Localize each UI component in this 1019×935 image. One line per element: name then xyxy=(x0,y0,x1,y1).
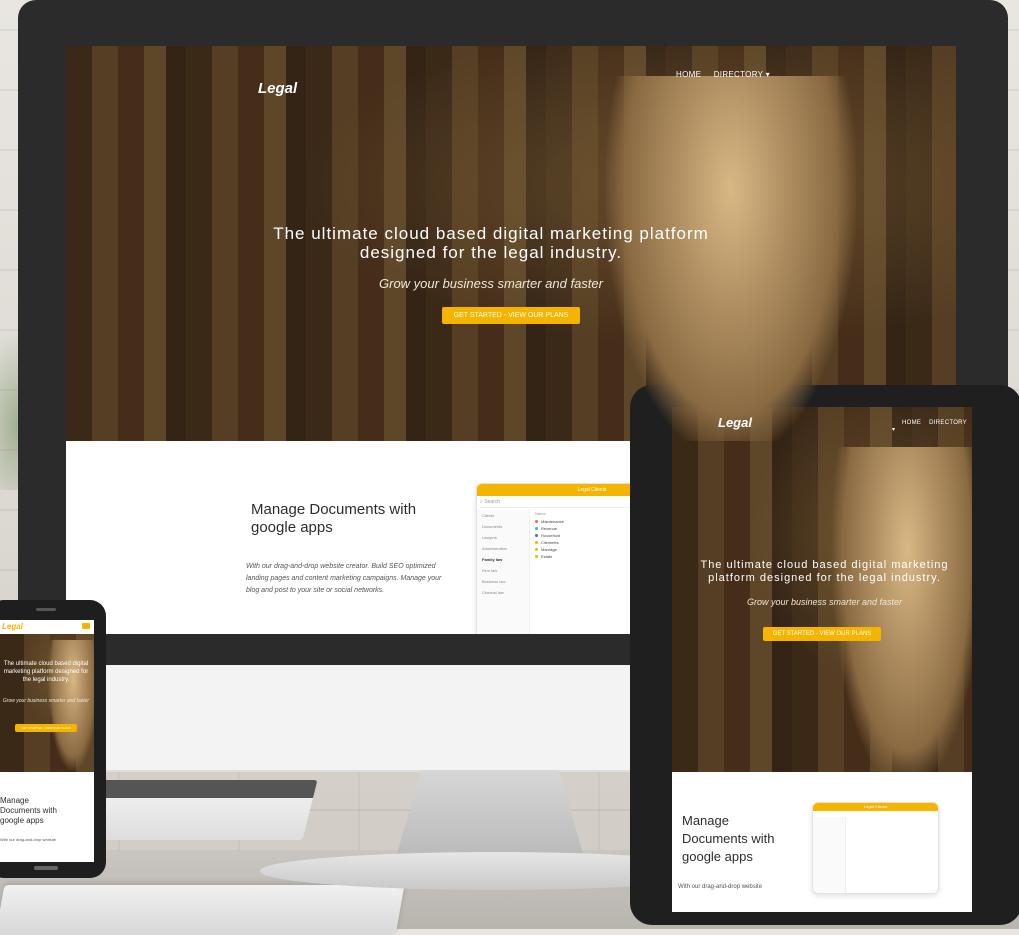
tablet-get-started-button[interactable]: GET STARTED - VIEW OUR PLANS xyxy=(762,627,882,641)
get-started-button[interactable]: GET STARTED - VIEW OUR PLANS xyxy=(441,307,581,324)
brand-logo[interactable]: Legal xyxy=(258,80,297,97)
hero-subtitle: Grow your business smarter and faster xyxy=(379,276,603,291)
sidebar-item-1[interactable]: Clients xyxy=(477,510,529,521)
tablet-dashboard-sidebar xyxy=(813,817,846,893)
nav-home[interactable]: HOME xyxy=(676,70,701,79)
tablet-dashboard-preview: Legal Clients xyxy=(812,802,939,894)
sidebar-item-3[interactable]: Lawyers xyxy=(477,532,529,543)
phone-speaker xyxy=(36,608,56,611)
feature-description: With our drag-and-drop website creator. … xyxy=(246,563,442,594)
sidebar-item-7[interactable]: Business law xyxy=(477,576,529,587)
tablet-screen: Legal HOME DIRECTORY ▾ The ultimate clou… xyxy=(672,407,972,912)
top-nav: HOME DIRECTORY ▾ xyxy=(666,70,770,79)
phone-brand-logo[interactable]: Legal xyxy=(2,622,23,631)
tablet-hero-subtitle: Grow your business smarter and faster xyxy=(746,597,903,607)
tablet-features-section: Manage Documents with google apps With o… xyxy=(672,772,972,912)
sidebar-item-5[interactable]: Family law xyxy=(477,554,529,565)
phone-hero-section: Legal The ultimate cloud based digital m… xyxy=(0,620,94,772)
tablet-dashboard-header: Legal Clients xyxy=(813,803,938,811)
hero-title: The ultimate cloud based digital marketi… xyxy=(273,224,709,262)
justice-statue-image xyxy=(832,447,972,772)
sidebar-item-8[interactable]: Criminal law xyxy=(477,587,529,598)
tablet-feature-description: With our drag-and-drop website xyxy=(678,884,763,890)
tablet-device: Legal HOME DIRECTORY ▾ The ultimate clou… xyxy=(630,385,1019,925)
tablet-nav-home[interactable]: HOME xyxy=(902,420,921,426)
menu-icon[interactable] xyxy=(82,623,90,629)
phone-feature-description: With our drag-and-drop website xyxy=(0,837,57,842)
phone-screen: Legal The ultimate cloud based digital m… xyxy=(0,620,94,862)
phone-hero-subtitle: Grow your business smarter and faster xyxy=(2,698,90,704)
sidebar-item-6[interactable]: Firm law xyxy=(477,565,529,576)
tablet-hero-section: Legal HOME DIRECTORY ▾ The ultimate clou… xyxy=(672,407,972,772)
keyboard xyxy=(0,885,405,935)
monitor-chin xyxy=(88,665,648,772)
tablet-hero-title: The ultimate cloud based digital marketi… xyxy=(700,559,949,584)
phone-hero-title: The ultimate cloud based digital marketi… xyxy=(3,661,89,683)
hero-section: Legal HOME DIRECTORY ▾ The ultimate clou… xyxy=(66,46,956,441)
dashboard-sidebar: Clients Documents Lawyers Administration… xyxy=(477,510,530,634)
tablet-feature-heading: Manage Documents with google apps xyxy=(682,813,775,864)
feature-heading: Manage Documents with google apps xyxy=(251,501,417,536)
monitor-stand xyxy=(395,770,585,860)
tablet-top-nav: HOME DIRECTORY ▾ xyxy=(892,420,972,433)
book-decoration xyxy=(87,780,318,840)
phone-get-started-button[interactable]: GET STARTED - VIEW OUR PLANS xyxy=(15,724,77,732)
tablet-brand-logo[interactable]: Legal xyxy=(718,415,752,430)
phone-feature-heading: Manage Documents with google apps xyxy=(0,796,57,825)
sidebar-item-4[interactable]: Administration xyxy=(477,543,529,554)
phone-device: Legal The ultimate cloud based digital m… xyxy=(0,600,106,878)
nav-directory[interactable]: DIRECTORY ▾ xyxy=(714,70,770,79)
sidebar-item-2[interactable]: Documents xyxy=(477,521,529,532)
phone-home-button[interactable] xyxy=(34,866,58,870)
